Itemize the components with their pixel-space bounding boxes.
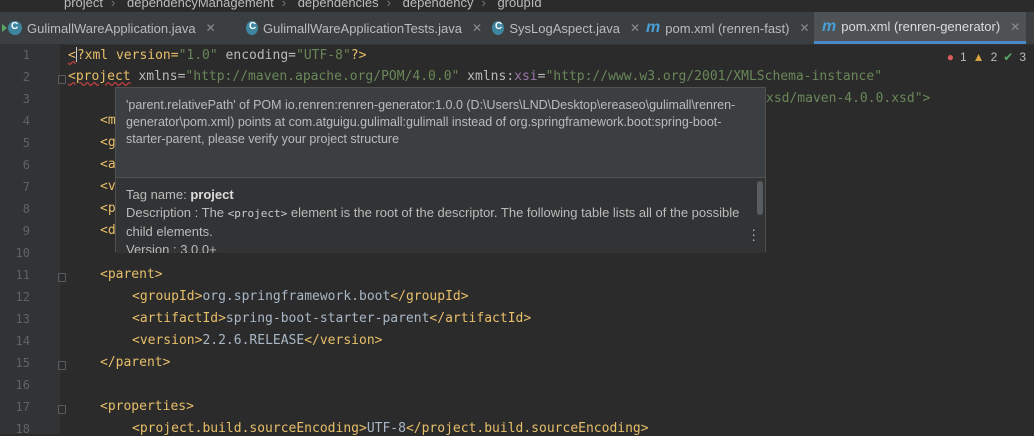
code-line-3: xsd/maven-4.0.0.xsd"> [766,91,931,106]
line-number: 7 [22,180,30,194]
close-icon[interactable]: ✕ [630,21,640,35]
line-number: 13 [15,312,30,326]
line-number: 9 [22,224,30,238]
line-number-gutter[interactable]: 1 2 3 4 5 6 7 8 9 10 11 12 13 14 15 16 1… [0,44,66,436]
line-number: 2 [22,70,30,84]
warning-count: 2 [990,50,998,64]
tab-label: GulimallWareApplicationTests.java [263,20,462,36]
code-line-2: <project xmlns="http://maven.apache.org/… [68,69,883,84]
fold-marker-icon[interactable] [58,75,66,84]
code-line-7: <v [100,179,116,194]
inspection-widget[interactable]: ● 1 ▲ 2 ✔ 3 [947,50,1026,64]
fold-marker-icon[interactable] [58,405,66,414]
line-number: 8 [22,202,30,216]
code-line-17: <properties> [100,399,194,414]
code-line-13: <artifactId>spring-boot-starter-parent</… [132,311,532,326]
description-text: Description : The <project> element is t… [126,205,740,239]
ok-count: 3 [1019,50,1026,64]
code-line-14: <version>2.2.6.RELEASE</version> [132,333,383,348]
line-number: 16 [15,378,30,392]
version-line: Version : 3.0.0+ [126,242,217,253]
code-line-9: <d [100,223,116,238]
tag-name-line: Tag name: project [126,187,234,202]
code-line-5: <g [100,135,116,150]
editor-tab-bar: GulimallWareApplication.java ✕ GulimallW… [0,12,1034,45]
tab-label: SysLogAspect.java [509,20,620,36]
tag-name: project [190,187,234,202]
close-icon[interactable]: ✕ [1010,20,1020,34]
breadcrumb-item[interactable]: dependency [403,0,474,10]
java-class-icon [246,21,258,35]
tab-pom-renren-fast[interactable]: m pom.xml (renren-fast) ✕ [646,12,814,44]
line-number: 3 [22,92,30,106]
breadcrumb: project › dependencyManagement › dependenc… [0,0,1034,12]
tab-gulimall-ware-application[interactable]: GulimallWareApplication.java ✕ [2,12,234,44]
fold-marker-icon[interactable] [58,361,66,370]
code-line-8: <p [100,201,116,216]
line-number: 11 [15,268,30,282]
line-number: 17 [15,400,30,414]
line-number: 10 [15,246,30,260]
more-options-icon[interactable]: · · · [751,222,756,246]
warning-icon: ▲ [972,50,985,64]
line-number: 4 [22,114,30,128]
documentation-panel[interactable]: Tag name: project Description : The <pro… [116,177,765,253]
code-line-12: <groupId>org.springframework.boot</group… [132,289,469,304]
line-number: 1 [22,48,30,62]
java-class-icon [492,21,505,35]
code-line-1: <?xml version="1.0" encoding="UTF-8"?> [68,47,367,63]
maven-icon: m [646,19,661,36]
code-line-11: <parent> [100,267,163,282]
code-line-6: <a [100,157,116,172]
close-icon[interactable]: ✕ [472,21,482,35]
tab-syslog-aspect[interactable]: SysLogAspect.java ✕ [492,12,640,44]
breadcrumb-item[interactable]: groupId [497,0,541,10]
maven-icon: m [822,17,837,35]
tab-gulimall-ware-application-tests[interactable]: GulimallWareApplicationTests.java ✕ [246,12,482,44]
error-message: 'parent.relativePath' of POM io.renren:r… [126,98,736,146]
error-tooltip-popup: 'parent.relativePath' of POM io.renren:r… [115,87,766,253]
fold-marker-icon[interactable] [58,273,66,282]
breadcrumb-item[interactable]: dependencyManagement [127,0,274,10]
line-number: 15 [15,356,30,370]
error-count: 1 [959,50,967,64]
close-icon[interactable]: ✕ [206,21,216,35]
tab-label: pom.xml (renren-generator) [841,19,1001,34]
line-number: 12 [15,290,30,304]
code-line-4: <m [100,113,116,128]
line-number: 6 [22,158,30,172]
code-line-15: </parent> [100,355,171,370]
java-class-icon [2,21,22,35]
tab-pom-renren-generator[interactable]: m pom.xml (renren-generator) ✕ [814,12,1026,44]
error-icon: ● [946,50,954,64]
line-number: 14 [15,334,30,348]
tab-label: GulimallWareApplication.java [27,20,196,36]
doc-scrollbar[interactable] [757,181,763,215]
breadcrumb-item[interactable]: dependencies [298,0,379,10]
tab-label: pom.xml (renren-fast) [665,20,790,36]
check-icon: ✔ [1003,50,1014,64]
close-icon[interactable]: ✕ [799,21,809,35]
line-number: 5 [22,136,30,150]
breadcrumb-item[interactable]: project [64,0,103,10]
